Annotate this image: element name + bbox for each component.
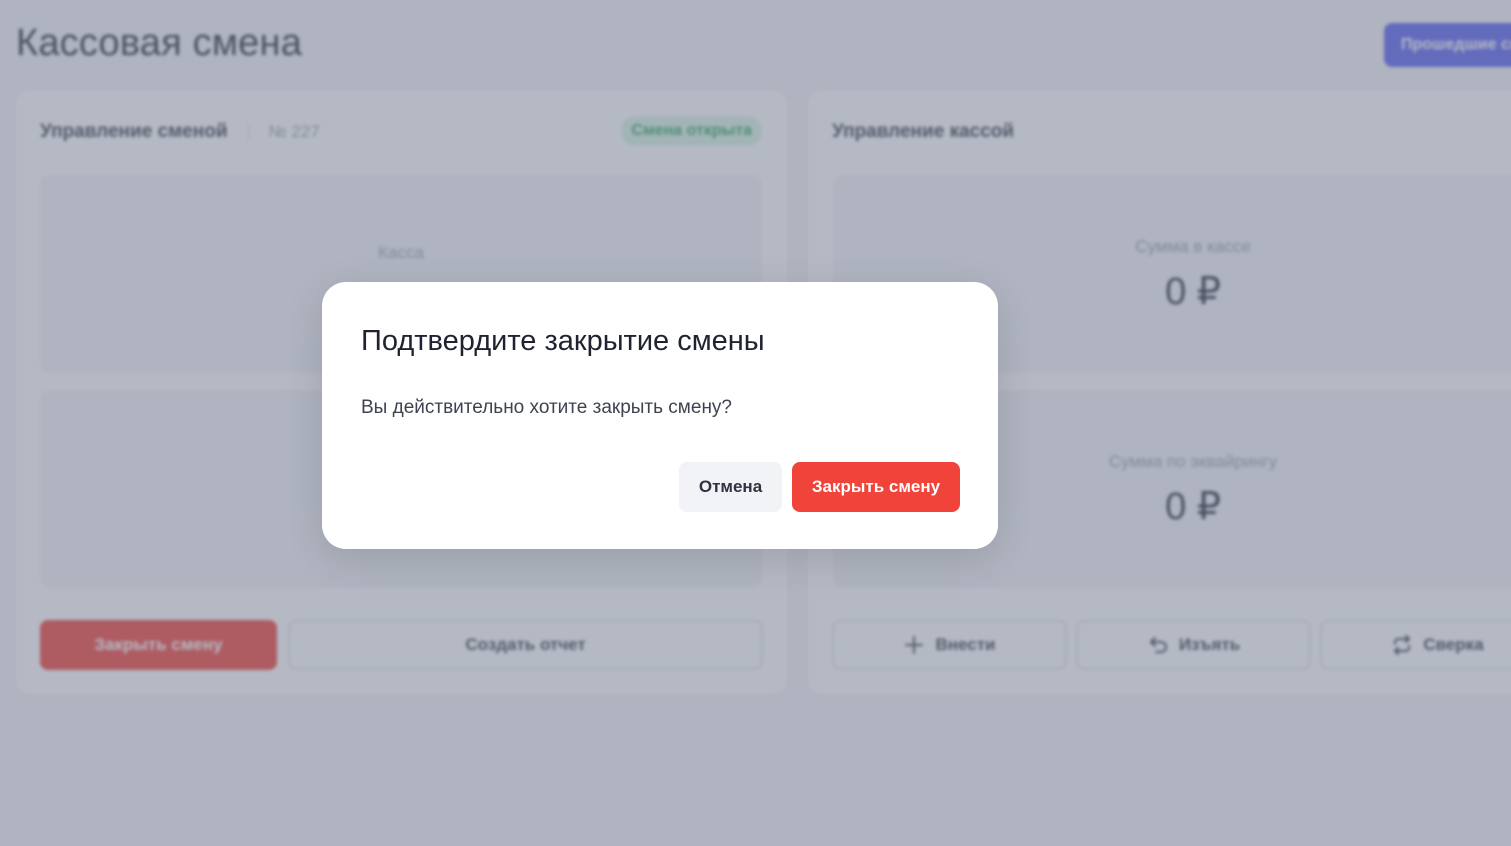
dialog-title: Подтвердите закрытие смены: [361, 325, 765, 357]
confirm-close-shift-button[interactable]: Закрыть смену: [792, 462, 960, 512]
confirm-close-shift-dialog: Подтвердите закрытие смены Вы действител…: [322, 282, 998, 549]
dialog-message: Вы действительно хотите закрыть смену?: [361, 397, 733, 418]
cancel-button[interactable]: Отмена: [679, 462, 782, 512]
